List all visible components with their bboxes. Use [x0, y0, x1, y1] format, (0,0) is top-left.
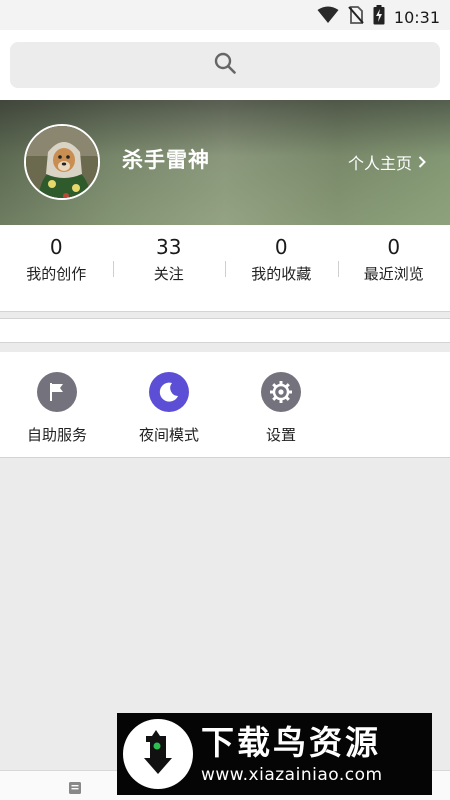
tools-grid: 自助服务 夜间模式 设置	[0, 352, 450, 458]
stat-value: 0	[274, 235, 288, 259]
stat-value: 0	[49, 235, 63, 259]
no-sim-icon	[348, 6, 364, 28]
flag-icon	[37, 372, 77, 412]
search-icon	[214, 52, 236, 78]
status-icons: 10:31	[317, 5, 440, 29]
stat-my-favorites[interactable]: 0 我的收藏	[225, 225, 338, 311]
battery-charging-icon	[373, 5, 385, 29]
stat-label: 我的创作	[26, 265, 87, 283]
stat-recently-viewed[interactable]: 0 最近浏览	[337, 225, 450, 311]
search-area	[0, 30, 450, 100]
watermark-banner: 下载鸟资源 www.xiazainiao.com	[117, 713, 432, 795]
chevron-right-icon	[418, 153, 426, 172]
divider	[0, 342, 450, 343]
tool-label: 夜间模式	[138, 426, 199, 444]
tool-label: 设置	[265, 426, 296, 444]
profile-header: 杀手雷神 个人主页	[0, 100, 450, 225]
article-icon[interactable]	[68, 780, 82, 799]
watermark-url: www.xiazainiao.com	[201, 765, 383, 785]
watermark-title: 下载鸟资源	[201, 723, 381, 762]
divider	[0, 311, 450, 312]
personal-homepage-link[interactable]: 个人主页	[348, 150, 426, 174]
divider	[0, 318, 450, 319]
bird-logo-icon	[123, 719, 193, 789]
avatar[interactable]	[24, 124, 100, 200]
stat-label: 我的收藏	[251, 265, 312, 283]
settings-button[interactable]: 设置	[225, 372, 337, 445]
self-service-button[interactable]: 自助服务	[1, 372, 113, 445]
stat-value: 0	[387, 235, 401, 259]
search-bar[interactable]	[10, 42, 440, 88]
stats-row: 0 我的创作 33 关注 0 我的收藏 0 最近浏览	[0, 225, 450, 311]
watermark-text: 下载鸟资源 www.xiazainiao.com	[201, 723, 383, 785]
username: 杀手雷神	[122, 148, 210, 172]
night-mode-button[interactable]: 夜间模式	[113, 372, 225, 445]
empty-section	[0, 318, 450, 342]
status-bar: 10:31	[0, 0, 450, 30]
tool-label: 自助服务	[26, 426, 87, 444]
stat-my-works[interactable]: 0 我的创作	[0, 225, 113, 311]
gear-icon	[261, 372, 301, 412]
status-time: 10:31	[393, 7, 440, 27]
stat-value: 33	[156, 235, 182, 259]
wifi-icon	[317, 6, 339, 28]
stat-following[interactable]: 33 关注	[112, 225, 226, 311]
stat-label: 最近浏览	[363, 265, 424, 283]
moon-icon	[149, 372, 189, 412]
divider	[0, 457, 450, 458]
stat-label: 关注	[153, 265, 184, 283]
homepage-label: 个人主页	[347, 154, 412, 173]
